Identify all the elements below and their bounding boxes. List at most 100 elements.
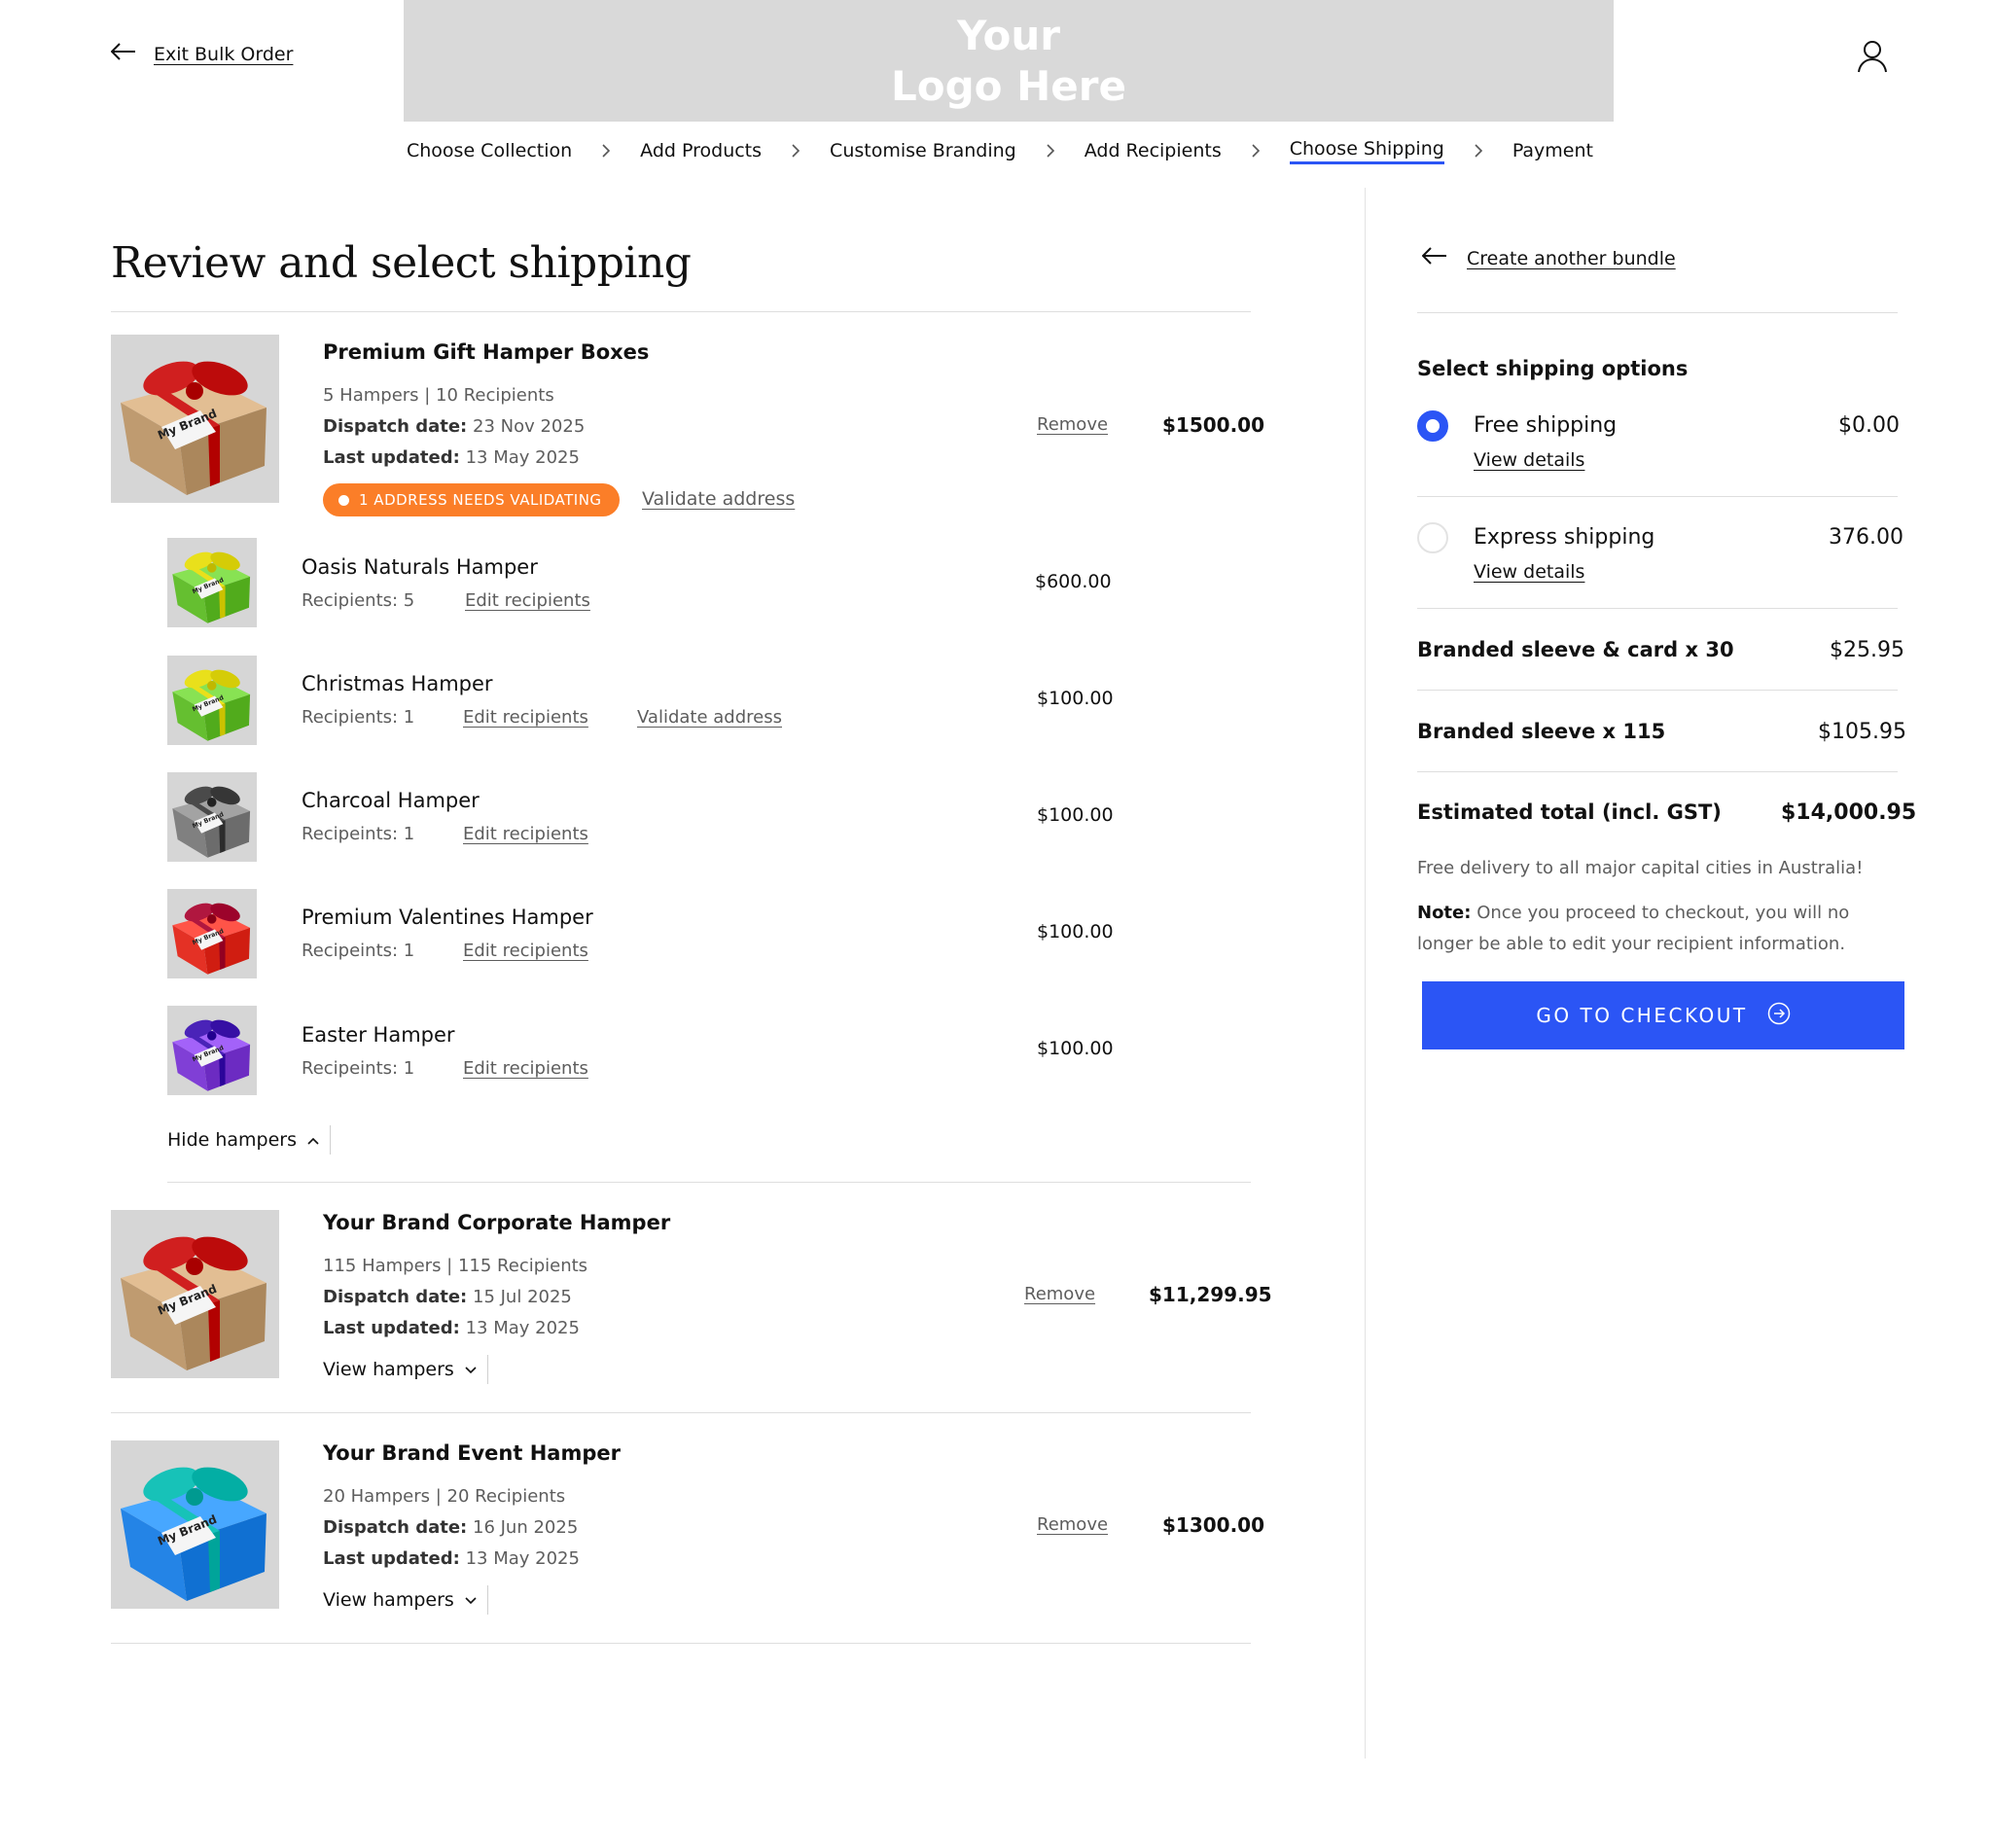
dispatch-label: Dispatch date: <box>323 1287 468 1307</box>
estimated-total-label: Estimated total (incl. GST) <box>1417 800 1722 824</box>
divider <box>167 1182 1251 1183</box>
shipping-options-heading: Select shipping options <box>1417 357 1689 380</box>
chevron-down-icon <box>464 1359 478 1380</box>
step-choose-shipping[interactable]: Choose Shipping <box>1289 138 1444 164</box>
address-warning-badge: 1 ADDRESS NEEDS VALIDATING <box>323 483 620 516</box>
hamper-recipients: Recipients: 1 <box>302 707 415 728</box>
bundle-price: $1500.00 <box>1162 413 1265 437</box>
view-hampers-toggle[interactable]: View hampers <box>323 1585 488 1615</box>
hamper-name: Premium Valentines Hamper <box>302 906 593 929</box>
chevron-right-icon <box>601 144 611 158</box>
edit-recipients-link[interactable]: Edit recipients <box>463 941 588 961</box>
arrow-right-circle-icon <box>1767 1002 1791 1030</box>
divider <box>1417 312 1898 313</box>
divider <box>1417 608 1898 609</box>
edit-recipients-link[interactable]: Edit recipients <box>463 824 588 844</box>
toggle-separator <box>486 1355 488 1384</box>
divider <box>1417 496 1898 497</box>
checkout-steps: Choose Collection Add Products Customise… <box>407 134 1593 167</box>
bundle-dispatch: Dispatch date: 23 Nov 2025 <box>323 411 585 443</box>
bundle-dispatch: Dispatch date: 16 Jun 2025 <box>323 1512 580 1544</box>
checkout-label: GO TO CHECKOUT <box>1536 1004 1748 1027</box>
updated-label: Last updated: <box>323 1318 460 1338</box>
line-item-price: $25.95 <box>1830 638 1904 662</box>
bundle-image: My Brand <box>111 1440 279 1613</box>
view-details-link[interactable]: View details <box>1474 449 1584 471</box>
divider <box>1417 771 1898 772</box>
exit-bulk-order-link[interactable]: Exit Bulk Order <box>110 43 294 65</box>
bundle-updated: Last updated: 13 May 2025 <box>323 1313 587 1344</box>
ribbon-knot <box>206 1031 217 1041</box>
updated-value: 13 May 2025 <box>465 1548 580 1569</box>
dispatch-value: 16 Jun 2025 <box>473 1517 579 1538</box>
toggle-separator <box>330 1125 332 1155</box>
updated-label: Last updated: <box>323 1548 460 1569</box>
go-to-checkout-button[interactable]: GO TO CHECKOUT <box>1422 981 1904 1049</box>
chevron-right-icon <box>1046 144 1055 158</box>
bundle-image: My Brand <box>111 1210 279 1382</box>
column-divider <box>1365 188 1366 1759</box>
shipping-option-name: Free shipping <box>1474 413 1618 438</box>
express-shipping-radio[interactable] <box>1417 522 1448 553</box>
edit-recipients-link[interactable]: Edit recipients <box>463 707 588 728</box>
ribbon-knot <box>206 914 217 924</box>
view-hampers-toggle[interactable]: View hampers <box>323 1355 488 1384</box>
dispatch-value: 15 Jul 2025 <box>473 1287 572 1307</box>
remove-bundle-link[interactable]: Remove <box>1037 414 1108 435</box>
bundle-meta: 20 Hampers | 20 Recipients Dispatch date… <box>323 1481 580 1575</box>
view-details-link[interactable]: View details <box>1474 561 1584 583</box>
dispatch-label: Dispatch date: <box>323 1517 468 1538</box>
step-payment[interactable]: Payment <box>1512 140 1593 161</box>
remove-bundle-link[interactable]: Remove <box>1024 1284 1095 1304</box>
ribbon-knot <box>186 1488 203 1506</box>
toggle-separator <box>486 1585 488 1615</box>
hamper-price: $100.00 <box>1037 688 1114 709</box>
remove-bundle-link[interactable]: Remove <box>1037 1514 1108 1535</box>
arrow-left-icon <box>110 43 136 65</box>
page-title: Review and select shipping <box>111 238 692 288</box>
chevron-right-icon <box>791 144 800 158</box>
hamper-price: $100.00 <box>1037 921 1114 942</box>
hamper-recipients: Recipients: 5 <box>302 590 415 611</box>
hide-hampers-toggle[interactable]: Hide hampers <box>167 1125 332 1155</box>
arrow-left-icon <box>1421 247 1447 269</box>
bundle-summary: 20 Hampers | 20 Recipients <box>323 1486 566 1507</box>
chevron-down-icon <box>464 1589 478 1611</box>
step-choose-collection[interactable]: Choose Collection <box>407 140 572 161</box>
hamper-recipients: Recipeints: 1 <box>302 824 415 844</box>
badge-text: 1 ADDRESS NEEDS VALIDATING <box>359 491 602 509</box>
updated-value: 13 May 2025 <box>465 1318 580 1338</box>
hamper-price: $100.00 <box>1037 804 1114 826</box>
hamper-price: $100.00 <box>1037 1038 1114 1059</box>
divider <box>1417 690 1898 691</box>
validate-address-link[interactable]: Validate address <box>642 488 795 510</box>
step-add-products[interactable]: Add Products <box>640 140 762 161</box>
divider <box>111 311 1251 312</box>
estimated-total-value: $14,000.95 <box>1781 800 1917 825</box>
free-shipping-radio[interactable] <box>1417 410 1448 442</box>
create-another-bundle-link[interactable]: Create another bundle <box>1421 247 1676 269</box>
chevron-right-icon <box>1474 144 1483 158</box>
dispatch-label: Dispatch date: <box>323 416 468 437</box>
validate-address-link[interactable]: Validate address <box>637 707 782 728</box>
edit-recipients-link[interactable]: Edit recipients <box>465 590 590 611</box>
bundle-meta: 5 Hampers | 10 Recipients Dispatch date:… <box>323 380 585 474</box>
divider <box>111 1643 1251 1644</box>
bundle-image: My Brand <box>111 335 279 507</box>
bundle-meta: 115 Hampers | 115 Recipients Dispatch da… <box>323 1251 587 1344</box>
edit-recipients-link[interactable]: Edit recipients <box>463 1058 588 1079</box>
hamper-recipients: Recipeints: 1 <box>302 1058 415 1079</box>
logo-text-line2: Logo Here <box>891 61 1126 110</box>
bundle-title: Your Brand Event Hamper <box>323 1441 621 1465</box>
logo-placeholder: Your Logo Here <box>404 0 1614 122</box>
user-account-icon[interactable] <box>1856 39 1889 74</box>
hamper-name: Oasis Naturals Hamper <box>302 555 538 579</box>
bundle-title: Your Brand Corporate Hamper <box>323 1211 671 1234</box>
checkout-note: Note: Once you proceed to checkout, you … <box>1417 898 1903 960</box>
ribbon-knot <box>186 382 203 400</box>
step-customise-branding[interactable]: Customise Branding <box>830 140 1016 161</box>
step-add-recipients[interactable]: Add Recipients <box>1085 140 1222 161</box>
note-text: Once you proceed to checkout, you will n… <box>1417 903 1850 954</box>
exit-bulk-order-label: Exit Bulk Order <box>154 43 294 65</box>
hamper-image: My Brand <box>167 889 257 982</box>
